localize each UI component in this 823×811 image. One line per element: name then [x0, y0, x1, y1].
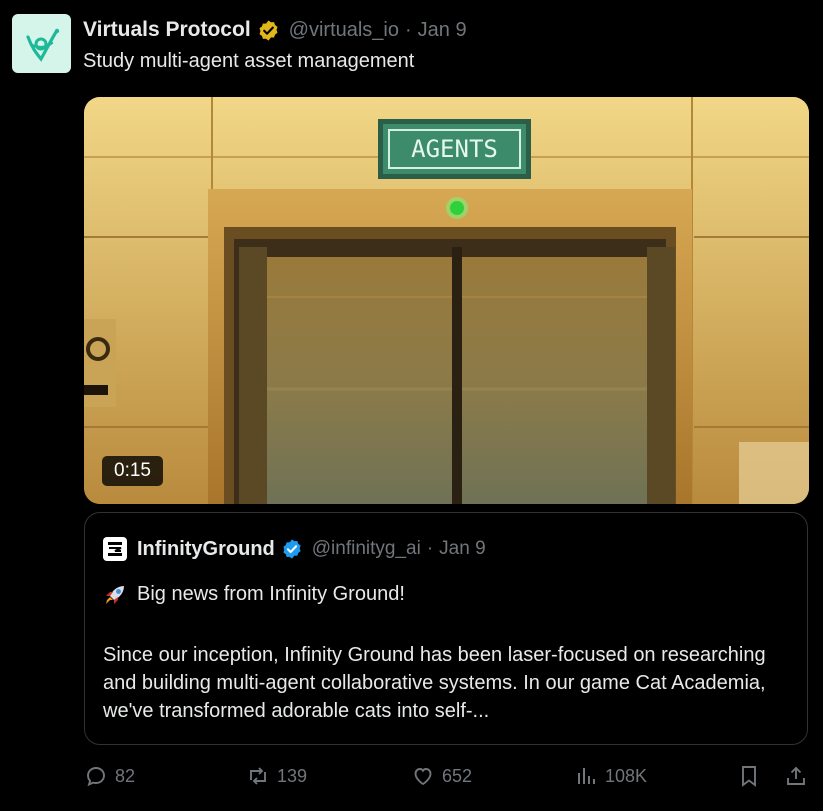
reply-icon	[87, 767, 105, 787]
verified-blue-badge-icon	[283, 539, 301, 559]
quoted-body-text: Since our inception, Infinity Ground has…	[103, 644, 766, 722]
reply-button[interactable]: 82	[84, 764, 135, 788]
rocket-icon	[106, 586, 124, 604]
separator-dot: ·	[405, 18, 412, 41]
virtuals-logo-icon	[26, 28, 60, 62]
quoted-author-handle[interactable]: @infinityg_ai	[312, 538, 421, 560]
infinityground-logo-icon[interactable]	[103, 537, 127, 561]
tweet-action-bar: 82 139 652 108K	[84, 764, 814, 796]
views-button[interactable]: 108K	[574, 764, 647, 788]
quoted-headline-row: Big news from Infinity Ground!	[103, 581, 405, 607]
video-player[interactable]: AGENTS 0:15	[84, 97, 809, 504]
video-duration-badge: 0:15	[102, 456, 163, 486]
tweet-text: Study multi-agent asset management	[83, 50, 415, 72]
tweet-header: Virtuals Protocol @virtuals_io · Jan 9	[83, 16, 467, 44]
author-name[interactable]: Virtuals Protocol	[83, 18, 251, 42]
tweet-date[interactable]: Jan 9	[418, 19, 467, 42]
repost-count: 139	[277, 765, 308, 786]
author-avatar[interactable]	[12, 14, 71, 73]
verified-gold-badge-icon	[259, 19, 278, 41]
bookmark-icon	[742, 766, 756, 787]
quoted-tweet-header: InfinityGround @infinityg_ai · Jan 9	[103, 535, 486, 563]
reply-count: 82	[115, 765, 136, 786]
share-button[interactable]	[784, 764, 808, 788]
elevator-illustration: AGENTS	[84, 97, 809, 504]
author-handle[interactable]: @virtuals_io	[289, 19, 399, 42]
heart-icon	[414, 768, 432, 786]
quoted-tweet[interactable]: InfinityGround @infinityg_ai · Jan 9 Big…	[84, 512, 808, 745]
like-button[interactable]: 652	[411, 764, 472, 788]
views-chart-icon	[578, 768, 595, 784]
quoted-author-name[interactable]: InfinityGround	[137, 538, 275, 561]
repost-button[interactable]: 139	[246, 764, 307, 788]
views-count: 108K	[605, 765, 648, 786]
bookmark-button[interactable]	[737, 764, 761, 788]
agents-sign: AGENTS	[411, 135, 498, 163]
quoted-separator-dot: ·	[426, 538, 434, 559]
quoted-tweet-date[interactable]: Jan 9	[439, 538, 485, 560]
share-icon	[787, 766, 805, 785]
like-count: 652	[442, 765, 473, 786]
quoted-headline: Big news from Infinity Ground!	[137, 582, 405, 605]
repost-icon	[250, 767, 266, 785]
